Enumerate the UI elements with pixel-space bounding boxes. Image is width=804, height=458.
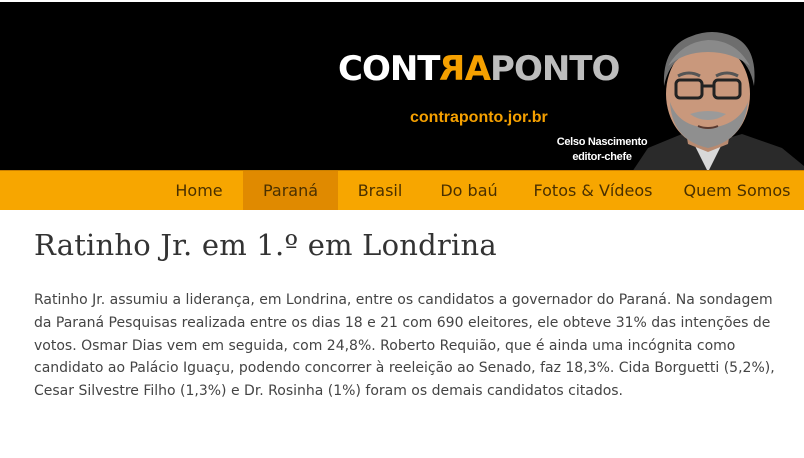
site-header: CONTRAPONTO contraponto.jor.br Celso Nas… xyxy=(0,0,804,170)
logo-text-ponto: PONTO xyxy=(490,49,620,89)
editor-name: Celso Nascimento xyxy=(556,136,648,148)
nav-brasil[interactable]: Brasil xyxy=(338,171,422,210)
site-logo[interactable]: CONTRAPONTO xyxy=(338,49,620,89)
editor-caption: Celso Nascimento editor-chefe xyxy=(548,135,656,165)
nav-parana[interactable]: Paraná xyxy=(243,171,338,210)
editor-role: editor-chefe xyxy=(572,151,632,163)
nav-do-bau[interactable]: Do baú xyxy=(422,171,516,210)
main-nav: Home Paraná Brasil Do baú Fotos & Vídeos… xyxy=(0,170,804,210)
logo-text-cont: CONT xyxy=(338,49,441,89)
logo-text-a: A xyxy=(464,49,491,89)
nav-fotos-videos[interactable]: Fotos & Vídeos xyxy=(516,171,670,210)
nav-home[interactable]: Home xyxy=(155,171,243,210)
nav-quem-somos[interactable]: Quem Somos xyxy=(670,171,804,210)
site-url-link[interactable]: contraponto.jor.br xyxy=(410,109,548,127)
article-body: Ratinho Jr. assumiu a liderança, em Lond… xyxy=(34,292,775,400)
article-title: Ratinho Jr. em 1.º em Londrina xyxy=(34,228,497,262)
logo-text-r: R xyxy=(439,49,465,89)
